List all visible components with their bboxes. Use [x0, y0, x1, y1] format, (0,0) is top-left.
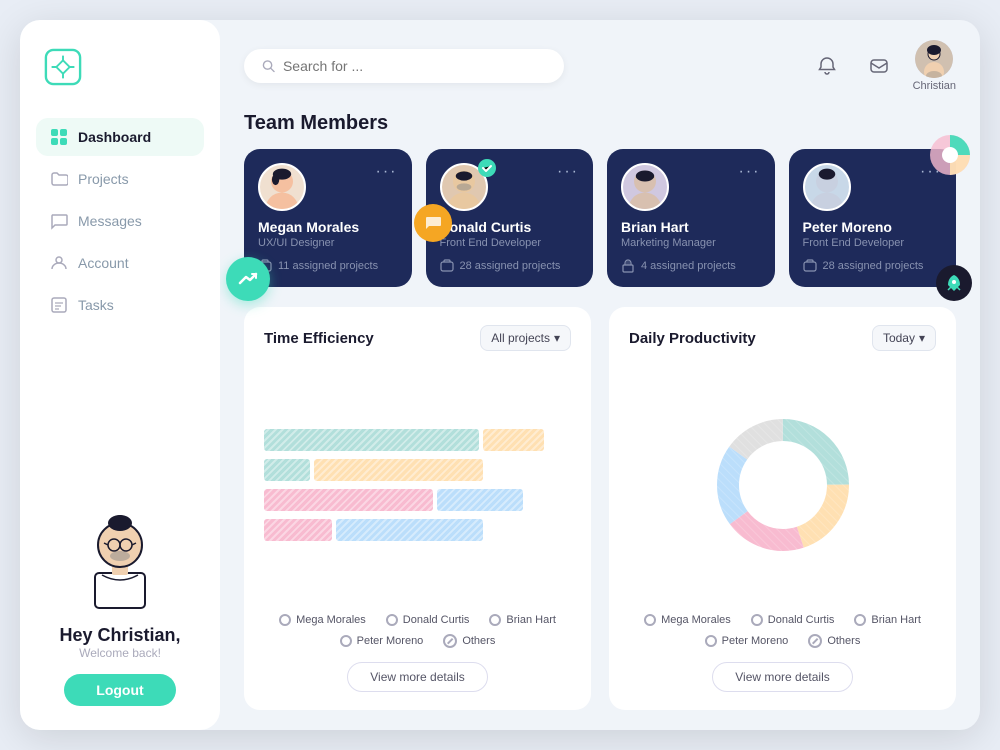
message-icon [869, 56, 889, 76]
team-section-title: Team Members [244, 112, 956, 135]
card-projects-3: 4 assigned projects [621, 259, 761, 273]
card-role-4: Front End Developer [803, 237, 943, 249]
card-more-2[interactable]: ··· [557, 163, 579, 181]
account-label: Account [78, 255, 129, 271]
app-container: Dashboard Projects Messages Account [20, 20, 980, 730]
card-more-3[interactable]: ··· [739, 163, 761, 181]
user-illustration [70, 493, 170, 613]
header-username: Christian [913, 80, 956, 92]
header-icons: Christian [809, 40, 956, 92]
legend-others: Others [443, 634, 495, 648]
bar-row-1 [264, 429, 571, 451]
productivity-filter[interactable]: Today ▾ [872, 325, 936, 351]
bar-chart [264, 367, 571, 602]
sidebar: Dashboard Projects Messages Account [20, 20, 220, 730]
card-role-3: Marketing Manager [621, 237, 761, 249]
messages-button[interactable] [861, 48, 897, 84]
logo [36, 48, 204, 86]
header-avatar [915, 40, 953, 78]
efficiency-view-more[interactable]: View more details [347, 662, 488, 692]
header-user[interactable]: Christian [913, 40, 956, 92]
legend-mega: Mega Morales [279, 614, 366, 626]
legend-donald: Donald Curtis [386, 614, 470, 626]
header: Christian [244, 40, 956, 92]
card-role-1: UX/UI Designer [258, 237, 398, 249]
sidebar-user-section: Hey Christian, Welcome back! Logout [36, 477, 204, 706]
donut-chart [708, 410, 858, 560]
user-icon [50, 254, 68, 272]
search-input[interactable] [283, 58, 546, 74]
chart-header-productivity: Daily Productivity Today ▾ [629, 325, 936, 351]
pie-decoration [928, 133, 972, 182]
user-greeting: Hey Christian, [59, 625, 180, 646]
member-card-1[interactable]: ··· Megan Morales UX/UI Designer 11 assi… [244, 149, 412, 287]
charts-row: Time Efficiency All projects ▾ [244, 307, 956, 710]
chat-bubble-badge [414, 204, 452, 242]
prod-legend-donald: Donald Curtis [751, 614, 835, 626]
donut-chart-area [629, 367, 936, 602]
sidebar-nav: Dashboard Projects Messages Account [36, 118, 204, 328]
productivity-legend: Mega Morales Donald Curtis Brian Hart Pe… [629, 614, 936, 648]
card-projects-2: 28 assigned projects [440, 259, 580, 273]
folder-icon [50, 170, 68, 188]
chat-icon [50, 212, 68, 230]
card-avatar-4 [803, 163, 851, 211]
grid-icon [50, 128, 68, 146]
bar-row-4 [264, 519, 571, 541]
sidebar-item-projects[interactable]: Projects [36, 160, 204, 198]
projects-label: Projects [78, 171, 129, 187]
card-name-3: Brian Hart [621, 219, 761, 235]
sidebar-item-messages[interactable]: Messages [36, 202, 204, 240]
messages-label: Messages [78, 213, 142, 229]
welcome-text: Welcome back! [79, 646, 161, 660]
card-top-1: ··· [258, 163, 398, 211]
notification-button[interactable] [809, 48, 845, 84]
card-name-2: Donald Curtis [440, 219, 580, 235]
checklist-icon [50, 296, 68, 314]
daily-productivity-card: Daily Productivity Today ▾ [609, 307, 956, 710]
trend-badge [226, 257, 270, 301]
prod-legend-mega: Mega Morales [644, 614, 731, 626]
main-content: Christian Team Members [220, 20, 980, 730]
card-top-3: ··· [621, 163, 761, 211]
productivity-title: Daily Productivity [629, 330, 756, 347]
sidebar-item-dashboard[interactable]: Dashboard [36, 118, 204, 156]
legend-peter: Peter Moreno [340, 634, 424, 648]
card-more-1[interactable]: ··· [376, 163, 398, 181]
efficiency-title: Time Efficiency [264, 330, 374, 347]
prod-legend-others: Others [808, 634, 860, 648]
card-name-1: Megan Morales [258, 219, 398, 235]
card-avatar-3 [621, 163, 669, 211]
legend-brian: Brian Hart [489, 614, 556, 626]
rocket-decoration [936, 265, 972, 301]
sidebar-item-tasks[interactable]: Tasks [36, 286, 204, 324]
search-icon [262, 59, 275, 73]
bell-icon [817, 56, 837, 76]
time-efficiency-card: Time Efficiency All projects ▾ [244, 307, 591, 710]
card-name-4: Peter Moreno [803, 219, 943, 235]
card-top-2: ··· [440, 163, 580, 211]
tasks-label: Tasks [78, 297, 114, 313]
sidebar-item-account[interactable]: Account [36, 244, 204, 282]
card-role-2: Front End Developer [440, 237, 580, 249]
member-card-3[interactable]: ··· Brian Hart Marketing Manager 4 assig… [607, 149, 775, 287]
chart-header-efficiency: Time Efficiency All projects ▾ [264, 325, 571, 351]
team-cards: ··· Megan Morales UX/UI Designer 11 assi… [244, 149, 956, 287]
card-avatar-1 [258, 163, 306, 211]
efficiency-legend: Mega Morales Donald Curtis Brian Hart Pe… [264, 614, 571, 648]
search-bar[interactable] [244, 49, 564, 83]
prod-legend-brian: Brian Hart [854, 614, 921, 626]
prod-legend-peter: Peter Moreno [705, 634, 789, 648]
card-top-4: ··· [803, 163, 943, 211]
card-projects-4: 28 assigned projects [803, 259, 943, 273]
logout-button[interactable]: Logout [64, 674, 175, 706]
bar-row-3 [264, 489, 571, 511]
member-card-4[interactable]: ··· Peter Moreno Front End Developer 28 … [789, 149, 957, 287]
bar-row-2 [264, 459, 571, 481]
card-projects-1: 11 assigned projects [258, 259, 398, 273]
efficiency-filter[interactable]: All projects ▾ [480, 325, 571, 351]
dashboard-label: Dashboard [78, 129, 151, 145]
productivity-view-more[interactable]: View more details [712, 662, 853, 692]
